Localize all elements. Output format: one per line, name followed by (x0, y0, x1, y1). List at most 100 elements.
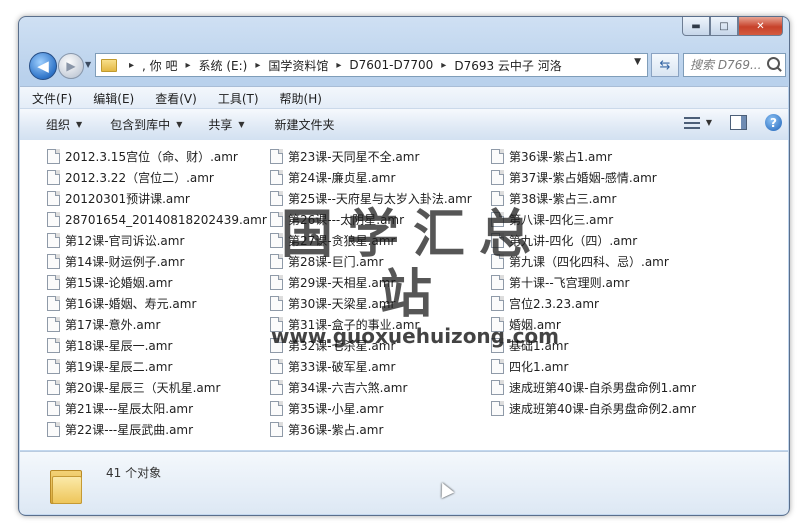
breadcrumb-item-drive[interactable]: 系统 (E:) (199, 57, 248, 74)
file-item[interactable]: 第19课-星辰二.amr (47, 356, 267, 377)
file-item[interactable]: 第28课-巨门.amr (270, 251, 472, 272)
file-item[interactable]: 第38课-紫占三.amr (491, 188, 696, 209)
organize-button[interactable]: 组织 ▼ (34, 116, 94, 133)
file-item[interactable]: 第36课-紫占1.amr (491, 146, 696, 167)
file-item[interactable]: 20120301预讲课.amr (47, 188, 267, 209)
file-item[interactable]: 第30课-天梁星.amr (270, 293, 472, 314)
file-item[interactable]: 四化1.amr (491, 356, 696, 377)
search-input[interactable] (690, 58, 768, 72)
file-name: 第24课-廉贞星.amr (288, 171, 396, 185)
views-icon[interactable] (683, 116, 700, 129)
include-library-label: 包含到库中 (110, 118, 171, 132)
breadcrumb-separator-icon[interactable]: ▸ (129, 60, 134, 71)
audio-file-icon (270, 317, 283, 332)
audio-file-icon (270, 170, 283, 185)
file-name: 第36课-紫占.amr (288, 423, 384, 437)
breadcrumb-item-current[interactable]: D7693 云中子 河洛 (454, 57, 561, 74)
file-item[interactable]: 第22课---星辰武曲.amr (47, 419, 267, 440)
file-item[interactable]: 第12课-官司诉讼.amr (47, 230, 267, 251)
file-item[interactable]: 第34课-六吉六煞.amr (270, 377, 472, 398)
new-folder-button[interactable]: 新建文件夹 (263, 116, 347, 133)
file-item[interactable]: 第27课-贪狼星.amr (270, 230, 472, 251)
file-item[interactable]: 第37课-紫占婚姻-感情.amr (491, 167, 696, 188)
include-library-button[interactable]: 包含到库中 ▼ (98, 116, 194, 133)
file-item[interactable]: 第20课-星辰三（天机星.amr (47, 377, 267, 398)
menu-help[interactable]: 帮助(H) (271, 90, 331, 107)
file-item[interactable]: 基础1.amr (491, 335, 696, 356)
file-item[interactable]: 速成班第40课-自杀男盘命例2.amr (491, 398, 696, 419)
forward-button[interactable]: ▶ (58, 53, 84, 79)
menu-file[interactable]: 文件(F) (23, 90, 81, 107)
breadcrumb-separator-icon[interactable]: ▸ (255, 60, 260, 71)
file-item[interactable]: 第九讲-四化（四）.amr (491, 230, 696, 251)
views-dropdown-icon[interactable]: ▼ (706, 118, 712, 127)
file-column-2: 第23课-天同星不全.amr 第24课-廉贞星.amr 第25课--天府星与太岁入卦… (270, 146, 472, 440)
file-item[interactable]: 第36课-紫占.amr (270, 419, 472, 440)
file-name: 第36课-紫占1.amr (509, 150, 613, 164)
file-item[interactable]: 宫位2.3.23.amr (491, 293, 696, 314)
file-item[interactable]: 第24课-廉贞星.amr (270, 167, 472, 188)
audio-file-icon (270, 149, 283, 164)
file-item[interactable]: 第21课---星辰太阳.amr (47, 398, 267, 419)
file-item[interactable]: 第14课-财运例子.amr (47, 251, 267, 272)
file-item[interactable]: 婚姻.amr (491, 314, 696, 335)
file-name: 第17课-意外.amr (65, 318, 161, 332)
breadcrumb-separator-icon[interactable]: ▸ (441, 60, 446, 71)
audio-file-icon (491, 149, 504, 164)
menu-tools[interactable]: 工具(T) (209, 90, 268, 107)
recent-pages-dropdown-icon[interactable]: ▼ (85, 60, 91, 69)
minimize-button[interactable]: ▬ (682, 17, 710, 36)
breadcrumb-item-library[interactable]: 国学资料馆 (268, 57, 328, 74)
file-item[interactable]: 2012.3.15宫位（命、财）.amr (47, 146, 267, 167)
breadcrumb-item-root[interactable]: , 你 吧 (142, 57, 177, 74)
file-name: 第22课---星辰武曲.amr (65, 423, 194, 437)
file-item[interactable]: 第31课-盒子的事业.amr (270, 314, 472, 335)
file-item[interactable]: 第25课--天府星与太岁入卦法.amr (270, 188, 472, 209)
file-name: 速成班第40课-自杀男盘命例1.amr (509, 381, 697, 395)
menu-view[interactable]: 查看(V) (146, 90, 206, 107)
audio-file-icon (270, 212, 283, 227)
file-item[interactable]: 第17课-意外.amr (47, 314, 267, 335)
refresh-button[interactable]: ⇆ (651, 53, 679, 77)
maximize-button[interactable]: □ (710, 17, 738, 36)
file-column-1: 2012.3.15宫位（命、财）.amr 2012.3.22（宫位二）.amr 20… (47, 146, 267, 440)
audio-file-icon (47, 212, 60, 227)
folder-icon (101, 58, 117, 72)
search-box[interactable] (683, 53, 786, 77)
file-item[interactable]: 第33课-破军星.amr (270, 356, 472, 377)
back-button[interactable]: ◀ (29, 52, 57, 80)
file-name: 婚姻.amr (509, 318, 561, 332)
breadcrumb-item-range[interactable]: D7601-D7700 (349, 58, 433, 72)
item-count: 41 个对象 (106, 466, 162, 480)
file-item[interactable]: 第八课-四化三.amr (491, 209, 696, 230)
file-item[interactable]: 第16课-婚姻、寿元.amr (47, 293, 267, 314)
preview-pane-icon[interactable] (730, 115, 747, 130)
audio-file-icon (491, 359, 504, 374)
address-bar[interactable]: ▸ , 你 吧 ▸ 系统 (E:) ▸ 国学资料馆 ▸ D7601-D7700 … (95, 53, 648, 77)
audio-file-icon (47, 338, 60, 353)
file-item[interactable]: 第35课-小星.amr (270, 398, 472, 419)
file-item[interactable]: 速成班第40课-自杀男盘命例1.amr (491, 377, 696, 398)
share-button[interactable]: 共享 ▼ (196, 116, 256, 133)
file-item[interactable]: 第32课-七杀星.amr (270, 335, 472, 356)
help-icon[interactable]: ? (765, 114, 782, 131)
menu-edit[interactable]: 编辑(E) (84, 90, 143, 107)
breadcrumb-separator-icon[interactable]: ▸ (185, 60, 190, 71)
file-name: 速成班第40课-自杀男盘命例2.amr (509, 402, 697, 416)
file-item[interactable]: 第15课-论婚姻.amr (47, 272, 267, 293)
audio-file-icon (491, 254, 504, 269)
file-item[interactable]: 第18课-星辰一.amr (47, 335, 267, 356)
file-name: 第20课-星辰三（天机星.amr (65, 381, 221, 395)
breadcrumb-separator-icon[interactable]: ▸ (336, 60, 341, 71)
close-button[interactable]: ✕ (738, 17, 783, 36)
file-item[interactable]: 28701654_20140818202439.amr (47, 209, 267, 230)
file-item[interactable]: 第23课-天同星不全.amr (270, 146, 472, 167)
file-item[interactable]: 第九课（四化四科、忌）.amr (491, 251, 696, 272)
address-dropdown-icon[interactable]: ▼ (634, 57, 641, 67)
file-item[interactable]: 第26课---太阴星.amr (270, 209, 472, 230)
search-icon[interactable] (767, 57, 780, 70)
audio-file-icon (47, 191, 60, 206)
file-item[interactable]: 第29课-天相星.amr (270, 272, 472, 293)
file-item[interactable]: 第十课--飞宫理则.amr (491, 272, 696, 293)
file-item[interactable]: 2012.3.22（宫位二）.amr (47, 167, 267, 188)
